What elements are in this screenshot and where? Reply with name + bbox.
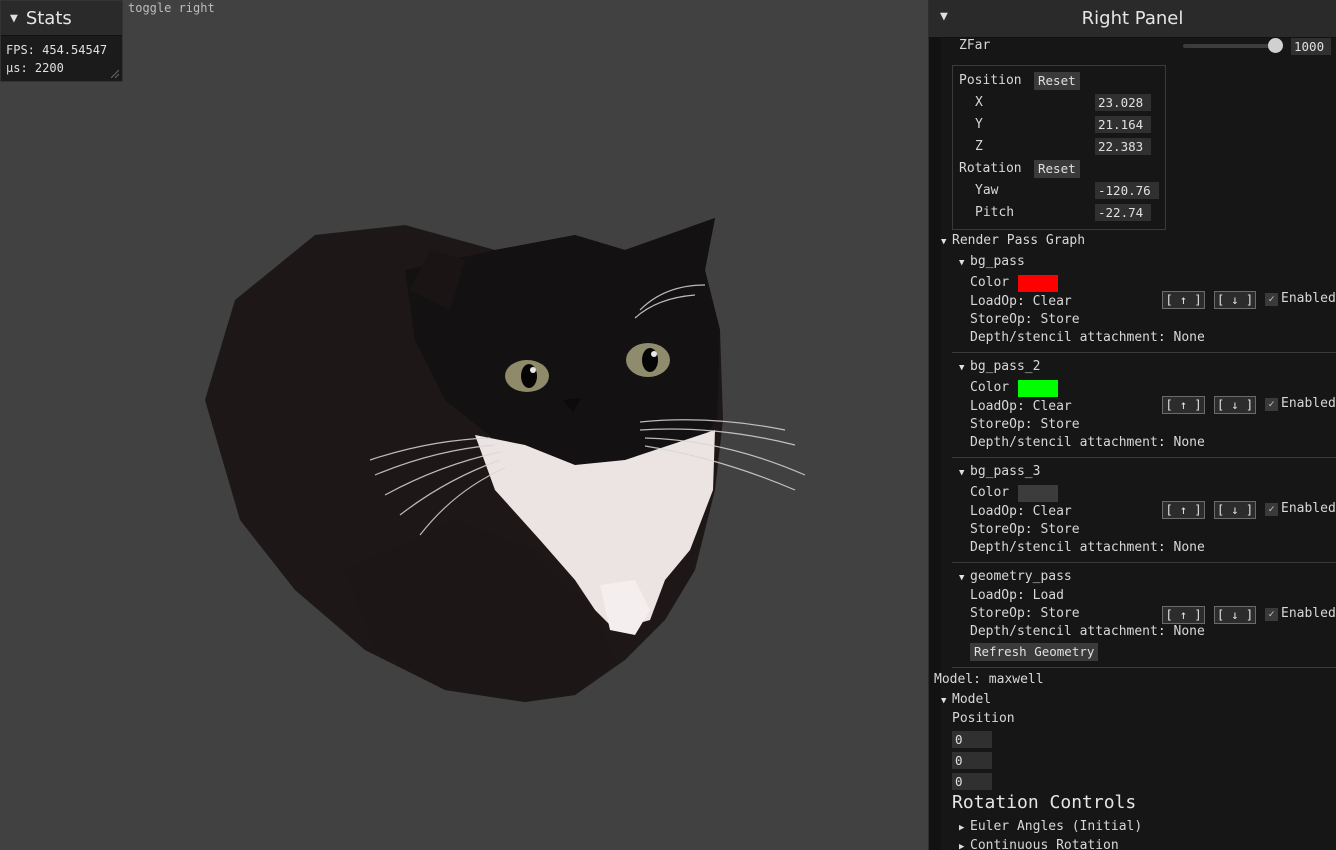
divider	[952, 352, 1336, 353]
y-label: Y	[975, 117, 983, 132]
enabled-label: Enabled	[1281, 606, 1336, 621]
expand-arrow-icon[interactable]: ▼	[941, 696, 946, 706]
move-up-button[interactable]: [ ↑ ]	[1162, 606, 1205, 624]
zfar-slider-thumb[interactable]	[1268, 38, 1283, 53]
divider	[952, 457, 1336, 458]
load-op: LoadOp: Clear	[970, 294, 1072, 309]
zfar-slider-track[interactable]	[1183, 44, 1275, 48]
pass-color-swatch[interactable]	[1018, 380, 1058, 397]
zfar-label: ZFar	[959, 38, 991, 53]
continuous-rotation-node[interactable]: Continuous Rotation	[970, 838, 1119, 850]
euler-angles-node[interactable]: Euler Angles (Initial)	[970, 819, 1142, 834]
expand-arrow-icon[interactable]: ▼	[941, 237, 946, 247]
position-label: Position	[959, 73, 1022, 88]
move-up-button[interactable]: [ ↑ ]	[1162, 291, 1205, 309]
right-panel-title: Right Panel	[1081, 8, 1184, 29]
zfar-value[interactable]: 1000	[1291, 38, 1331, 55]
rotation-reset-button[interactable]: Reset	[1034, 160, 1080, 178]
y-field[interactable]: 21.164	[1095, 116, 1151, 133]
right-panel: ▼ Right Panel ZFar 1000 Position Reset X…	[928, 0, 1336, 850]
z-label: Z	[975, 139, 983, 154]
pass-name[interactable]: bg_pass_3	[970, 464, 1040, 479]
panel-scrollbar[interactable]	[929, 37, 941, 850]
enabled-label: Enabled	[1281, 396, 1336, 411]
color-label: Color	[970, 275, 1010, 290]
resize-grip-icon[interactable]	[111, 70, 119, 78]
expand-arrow-icon[interactable]: ▶	[959, 823, 964, 833]
enabled-checkbox[interactable]: ✓	[1265, 608, 1278, 621]
store-op: StoreOp: Store	[970, 312, 1080, 327]
yaw-label: Yaw	[975, 183, 999, 198]
color-label: Color	[970, 485, 1010, 500]
position-reset-button[interactable]: Reset	[1034, 72, 1080, 90]
z-field[interactable]: 22.383	[1095, 138, 1151, 155]
pass-name[interactable]: bg_pass_2	[970, 359, 1040, 374]
color-label: Color	[970, 380, 1010, 395]
scene-viewport[interactable]: toggle right	[0, 0, 928, 850]
store-op: StoreOp: Store	[970, 417, 1080, 432]
stats-window[interactable]: ▼ Stats FPS: 454.54547 µs: 2200	[0, 0, 123, 82]
divider	[952, 667, 1336, 668]
expand-arrow-icon[interactable]: ▼	[959, 573, 964, 583]
enabled-checkbox[interactable]: ✓	[1265, 503, 1278, 516]
load-op: LoadOp: Clear	[970, 504, 1072, 519]
load-op: LoadOp: Clear	[970, 399, 1072, 414]
refresh-geometry-button[interactable]: Refresh Geometry	[970, 643, 1099, 661]
enabled-checkbox[interactable]: ✓	[1265, 398, 1278, 411]
rotation-label: Rotation	[959, 161, 1022, 176]
model-position-z-field[interactable]: 0	[952, 773, 992, 790]
pitch-field[interactable]: -22.74	[1095, 204, 1151, 221]
move-down-button[interactable]: [ ↓ ]	[1214, 501, 1256, 519]
model-section-header[interactable]: Model	[952, 692, 991, 707]
store-op: StoreOp: Store	[970, 606, 1080, 621]
model-position-x-field[interactable]: 0	[952, 731, 992, 748]
move-down-button[interactable]: [ ↓ ]	[1214, 606, 1256, 624]
pass-color-swatch[interactable]	[1018, 485, 1058, 502]
yaw-field[interactable]: -120.76	[1095, 182, 1159, 199]
pass-color-swatch[interactable]	[1018, 275, 1058, 292]
right-panel-header[interactable]: ▼ Right Panel	[929, 0, 1336, 38]
cat-model-render	[205, 218, 806, 702]
load-op: LoadOp: Load	[970, 588, 1064, 603]
render-pass-graph-header[interactable]: Render Pass Graph	[952, 233, 1085, 248]
depth-stencil: Depth/stencil attachment: None	[970, 330, 1205, 345]
model-position-y-field[interactable]: 0	[952, 752, 992, 769]
expand-arrow-icon[interactable]: ▼	[959, 258, 964, 268]
collapse-arrow-icon[interactable]: ▼	[940, 9, 948, 24]
model-name-label: Model: maxwell	[934, 672, 1044, 687]
stats-window-title: Stats	[25, 7, 72, 29]
expand-arrow-icon[interactable]: ▼	[959, 363, 964, 373]
frame-time-readout: µs: 2200	[6, 61, 64, 75]
fps-readout: FPS: 454.54547	[6, 43, 108, 57]
depth-stencil: Depth/stencil attachment: None	[970, 540, 1205, 555]
toggle-right-label[interactable]: toggle right	[128, 1, 215, 15]
expand-arrow-icon[interactable]: ▼	[959, 468, 964, 478]
move-up-button[interactable]: [ ↑ ]	[1162, 396, 1205, 414]
store-op: StoreOp: Store	[970, 522, 1080, 537]
stats-window-header[interactable]: ▼ Stats	[1, 1, 122, 36]
depth-stencil: Depth/stencil attachment: None	[970, 435, 1205, 450]
pass-name[interactable]: geometry_pass	[970, 569, 1072, 584]
depth-stencil: Depth/stencil attachment: None	[970, 624, 1205, 639]
divider	[952, 562, 1336, 563]
enabled-label: Enabled	[1281, 291, 1336, 306]
enabled-checkbox[interactable]: ✓	[1265, 293, 1278, 306]
rotation-controls-heading: Rotation Controls	[952, 792, 1137, 813]
model-position-label: Position	[952, 711, 1015, 726]
move-up-button[interactable]: [ ↑ ]	[1162, 501, 1205, 519]
pass-name[interactable]: bg_pass	[970, 254, 1025, 269]
x-label: X	[975, 95, 983, 110]
expand-arrow-icon[interactable]: ▶	[959, 842, 964, 850]
move-down-button[interactable]: [ ↓ ]	[1214, 396, 1256, 414]
pitch-label: Pitch	[975, 205, 1015, 220]
collapse-arrow-icon[interactable]: ▼	[10, 11, 18, 26]
x-field[interactable]: 23.028	[1095, 94, 1151, 111]
move-down-button[interactable]: [ ↓ ]	[1214, 291, 1256, 309]
enabled-label: Enabled	[1281, 501, 1336, 516]
